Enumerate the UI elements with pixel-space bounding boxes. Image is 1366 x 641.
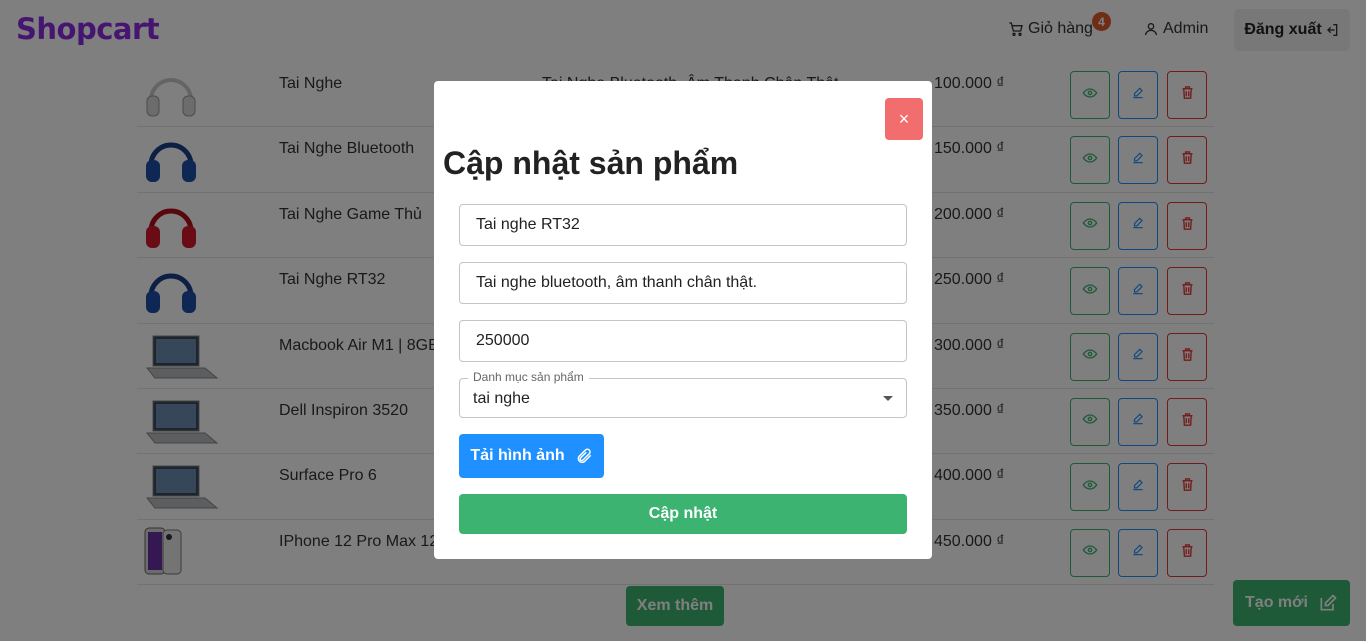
submit-update-button[interactable]: Cập nhật xyxy=(459,494,907,534)
category-value: tai nghe xyxy=(473,390,530,407)
product-price-input[interactable] xyxy=(459,320,907,362)
update-product-modal: × Cập nhật sản phẩm Danh mục sản phẩm ta… xyxy=(434,81,932,559)
paperclip-icon xyxy=(577,448,591,464)
product-name-input[interactable] xyxy=(459,204,907,246)
category-label: Danh mục sản phẩm xyxy=(468,370,589,384)
upload-image-button[interactable]: Tải hình ảnh xyxy=(459,434,604,478)
category-select[interactable]: Danh mục sản phẩm tai nghe xyxy=(459,370,907,418)
upload-label: Tải hình ảnh xyxy=(470,447,565,464)
modal-title: Cập nhật sản phẩm xyxy=(443,145,739,181)
product-description-input[interactable] xyxy=(459,262,907,304)
close-icon: × xyxy=(898,108,910,129)
caret-down-icon xyxy=(883,396,893,401)
close-button[interactable]: × xyxy=(885,98,923,140)
